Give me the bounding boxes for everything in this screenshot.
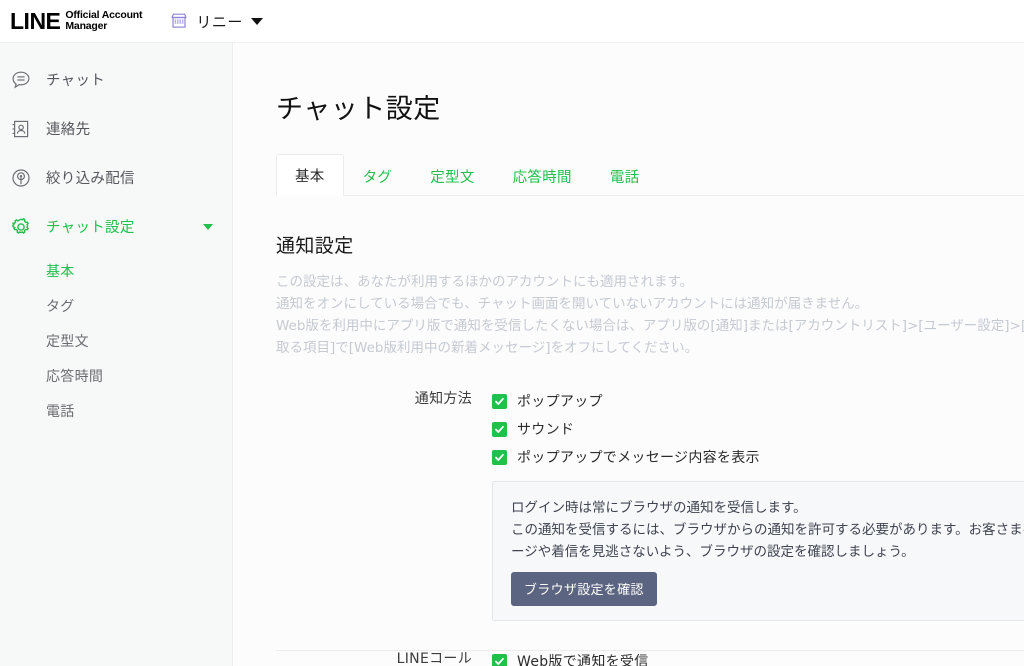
sidebar-subitem-basic[interactable]: 基本: [0, 253, 232, 288]
logo-subtitle-line2: Manager: [65, 20, 108, 32]
sidebar-item-chat-settings[interactable]: チャット設定: [0, 202, 232, 251]
checkbox-checked-icon[interactable]: [492, 653, 507, 666]
settings-tabs: 基本 タグ 定型文 応答時間 電話: [276, 153, 1024, 196]
section-title-notification-settings: 通知設定: [276, 235, 354, 257]
tab-templates[interactable]: 定型文: [411, 155, 493, 196]
sidebar-subitem-templates[interactable]: 定型文: [0, 323, 232, 358]
sidebar-item-targeted-delivery-label: 絞り込み配信: [46, 171, 135, 187]
sidebar-subnav: 基本 タグ 定型文 応答時間 電話: [0, 251, 232, 428]
tab-phone[interactable]: 電話: [591, 155, 659, 196]
notice-line-3: ージや着信を見逃さないよう、ブラウザの設定を確認しましょう。: [511, 544, 915, 560]
page-title: チャット設定: [276, 94, 441, 125]
checkbox-label-popup-preview: ポップアップでメッセージ内容を表示: [517, 450, 760, 466]
checkbox-checked-icon[interactable]: [492, 449, 507, 465]
logo-line-wordmark: LINE: [10, 7, 61, 34]
account-switcher[interactable]: リニー: [169, 11, 263, 32]
check-browser-settings-button[interactable]: ブラウザ設定を確認: [511, 572, 657, 606]
sidebar-item-chat-label: チャット: [46, 73, 106, 89]
sidebar-item-targeted-delivery[interactable]: 絞り込み配信: [0, 153, 232, 202]
browser-permission-notice: ログイン時は常にブラウザの通知を受信します。 この通知を受信するには、ブラウザか…: [492, 481, 1024, 621]
tab-response-hours[interactable]: 応答時間: [494, 155, 591, 196]
sidebar-subitem-tags[interactable]: タグ: [0, 288, 232, 323]
checkbox-row-sound[interactable]: サウンド: [492, 415, 1024, 443]
checkbox-row-popup[interactable]: ポップアップ: [492, 387, 1024, 415]
field-value-notify-method: ポップアップ サウンド ポップアップでメッセージ内容を表示 ログイン時は常にブラ…: [492, 387, 1024, 621]
checkbox-row-popup-preview[interactable]: ポップアップでメッセージ内容を表示: [492, 443, 1024, 471]
field-label-notify-method: 通知方法: [414, 391, 472, 407]
app-logo: LINE Official Account Manager: [10, 7, 143, 34]
description-line-2: 通知をオンにしている場合でも、チャット画面を開いていないアカウントには通知が届き…: [276, 296, 869, 312]
account-name-label: リニー: [196, 12, 243, 31]
notice-line-2: この通知を受信するには、ブラウザからの通知を許可する必要があります。お客さまへの…: [511, 522, 1024, 538]
notification-settings-description: この設定は、あなたが利用するほかのアカウントにも適用されます。 通知をオンにして…: [276, 271, 1024, 359]
checkbox-label-sound: サウンド: [517, 422, 575, 438]
checkbox-checked-icon[interactable]: [492, 421, 507, 437]
sidebar-item-contacts[interactable]: 連絡先: [0, 104, 232, 153]
sidebar-subitem-phone[interactable]: 電話: [0, 393, 232, 428]
gear-icon: [9, 215, 33, 239]
logo-subtitle: Official Account Manager: [65, 9, 142, 33]
checkbox-checked-icon[interactable]: [492, 393, 507, 409]
description-line-4: 取る項目]で[Web版利用中の新着メッセージ]をオフにしてください。: [276, 340, 699, 356]
tab-tags[interactable]: タグ: [344, 155, 412, 196]
main-content: チャット設定 基本 タグ 定型文 応答時間 電話 通知設定 この設定は、あなたが…: [234, 43, 1024, 666]
notice-line-1: ログイン時は常にブラウザの通知を受信します。: [511, 500, 807, 516]
caret-down-icon: [250, 17, 263, 25]
checkbox-label-popup: ポップアップ: [517, 394, 603, 410]
sidebar-item-contacts-label: 連絡先: [46, 122, 91, 138]
content-bottom-divider: [276, 650, 1024, 651]
sidebar-item-chat[interactable]: チャット: [0, 55, 232, 104]
contacts-icon: [9, 117, 33, 141]
description-line-3: Web版を利用中にアプリ版で通知を受信したくない場合は、アプリ版の[通知]または…: [276, 318, 1024, 334]
storefront-icon: [169, 11, 189, 31]
description-line-1: この設定は、あなたが利用するほかのアカウントにも適用されます。: [276, 274, 694, 290]
sidebar-subitem-response-hours[interactable]: 応答時間: [0, 358, 232, 393]
field-row-notify-method: 通知方法 ポップアップ サウンド ポップアップでメッセージ内容を表示 ログイン時…: [276, 387, 1024, 621]
tab-basic[interactable]: 基本: [276, 154, 344, 196]
checkbox-label-web-call-notification: Web版で通知を受信: [517, 654, 649, 666]
chat-bubble-icon: [9, 68, 33, 92]
broadcast-target-icon: [9, 166, 33, 190]
sidebar-item-chat-settings-label: チャット設定: [46, 220, 135, 236]
chevron-down-icon[interactable]: [203, 223, 213, 230]
sidebar: チャット 連絡先 絞り込み配信 チャット設定 基本 タグ 定型文 応答時間 電話: [0, 43, 233, 666]
app-header: LINE Official Account Manager リニー: [0, 0, 1024, 43]
